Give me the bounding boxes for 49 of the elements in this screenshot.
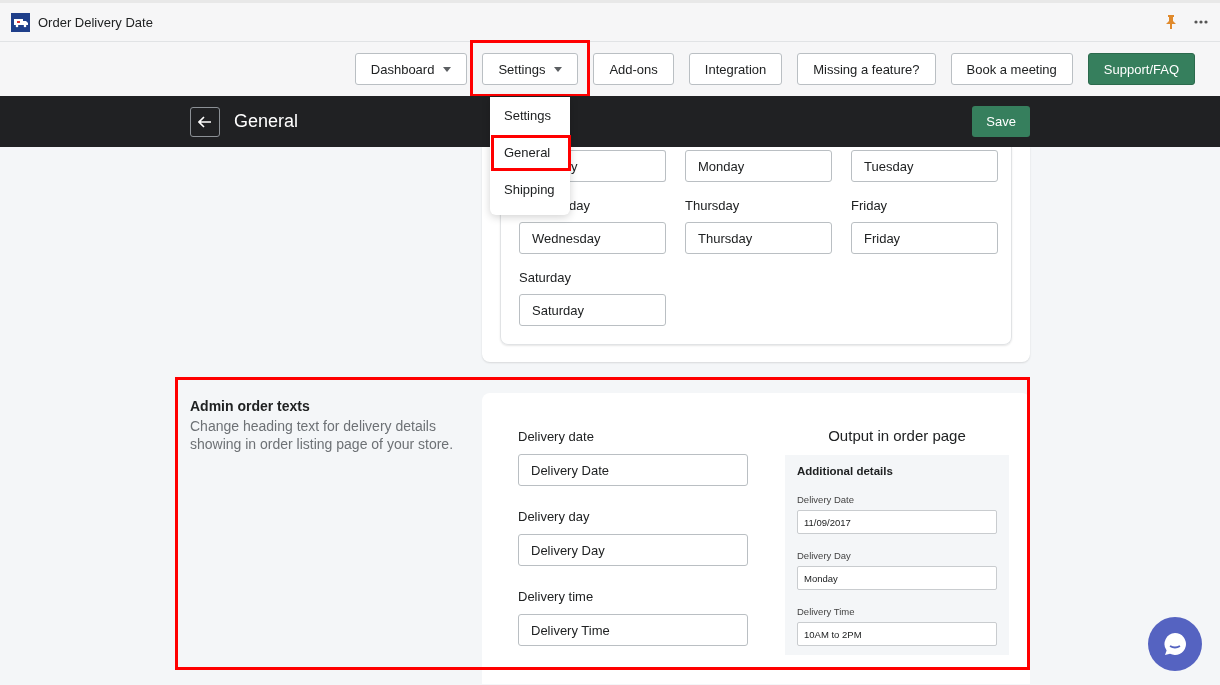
input-field[interactable]: y [569, 150, 666, 182]
section-description: Change heading text for delivery details showing in order listing page of your store. [190, 417, 455, 453]
back-button[interactable] [190, 106, 220, 137]
input-field[interactable]: Wednesday [519, 222, 666, 254]
nav-button[interactable]: Settings [482, 53, 579, 85]
nav-button[interactable]: Integration [688, 53, 783, 85]
chat-bubble-icon [1162, 631, 1188, 657]
input-field[interactable]: Thursday [685, 222, 832, 254]
field-label: day [569, 198, 590, 212]
nav-button[interactable]: Support/FAQ [1087, 53, 1195, 85]
field-label: Thursday [685, 198, 740, 212]
field-label: Delivery Day [797, 550, 852, 561]
preview-field: 10AM to 2PM [797, 622, 997, 646]
field-label: Delivery Time [797, 606, 856, 617]
input-field[interactable]: Friday [851, 222, 998, 254]
preview-title: Output in order page [827, 427, 967, 444]
menu-item[interactable]: Settings [504, 108, 551, 123]
nav-button[interactable]: Dashboard [354, 53, 468, 85]
nav-button[interactable]: Book a meeting [950, 53, 1073, 85]
save-button[interactable]: Save [972, 106, 1030, 137]
nav-button[interactable]: Missing a feature? [797, 53, 936, 85]
field-label: Saturday [519, 270, 572, 284]
page-title: General [234, 111, 299, 132]
input-field[interactable]: Tuesday [851, 150, 998, 182]
field-label: Delivery time [518, 589, 595, 604]
field-label: Delivery day [518, 509, 591, 524]
menu-item[interactable]: Shipping [504, 182, 555, 197]
input-field[interactable]: Delivery Time [518, 614, 748, 646]
chat-button[interactable] [1148, 617, 1202, 671]
nav-button[interactable]: Add-ons [593, 53, 674, 85]
panel-title: Additional details [797, 465, 894, 477]
field-label: Friday [851, 198, 888, 212]
input-field[interactable]: Delivery Date [518, 454, 748, 486]
preview-field: Monday [797, 566, 997, 590]
caret-icon [443, 66, 452, 72]
truck-icon [11, 12, 30, 32]
input-field[interactable]: Saturday [519, 294, 666, 326]
field-label: Delivery Date [797, 494, 856, 505]
back-arrow-icon [198, 115, 212, 128]
menu-item[interactable]: General [504, 145, 551, 160]
more-icon[interactable] [1194, 20, 1208, 24]
app-title: Order Delivery Date [38, 14, 154, 30]
field-value: y [571, 158, 578, 174]
caret-icon [554, 66, 563, 72]
input-field[interactable]: Delivery Day [518, 534, 748, 566]
section-title: Admin order texts [190, 398, 311, 414]
input-field[interactable]: Monday [685, 150, 832, 182]
preview-field: 11/09/2017 [797, 510, 997, 534]
field-label: Delivery date [518, 429, 595, 444]
